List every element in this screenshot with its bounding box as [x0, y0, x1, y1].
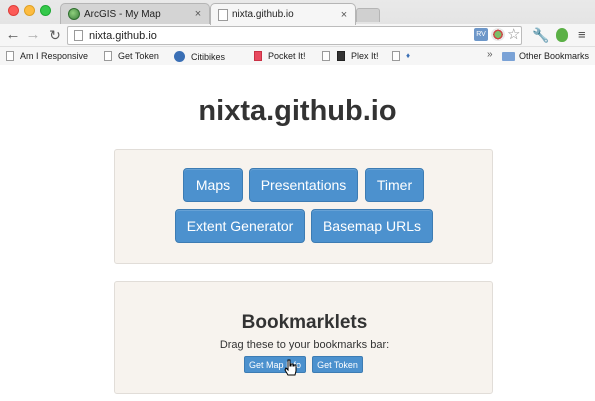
get-token-bookmarklet[interactable]: Get Token: [312, 356, 363, 373]
page-icon: [322, 51, 330, 61]
presentations-button[interactable]: Presentations: [249, 168, 358, 202]
bookmark-label: Am I Responsive: [20, 51, 89, 61]
bookmark-label: Get Token: [118, 51, 159, 61]
close-window-button[interactable]: [8, 5, 19, 16]
bookmark-label: Plex It!: [351, 51, 379, 61]
extension-rv-icon[interactable]: RV: [474, 28, 488, 41]
page-title: nixta.github.io: [198, 95, 397, 127]
page-content: nixta.github.io Maps Presentations Timer…: [0, 66, 595, 401]
extension-gear-icon[interactable]: [491, 28, 505, 41]
tab-nixta[interactable]: nixta.github.io ×: [210, 3, 356, 25]
bookmark-item[interactable]: [322, 51, 336, 61]
bookmark-label: Pocket It!: [268, 51, 306, 61]
pocket-icon: [254, 51, 262, 61]
bike-icon: [174, 51, 185, 62]
bookmarks-overflow-icon[interactable]: »: [487, 49, 493, 60]
reload-icon[interactable]: ↻: [46, 26, 64, 44]
bookmarklets-panel: Bookmarklets Drag these to your bookmark…: [114, 281, 493, 394]
page-icon: [218, 8, 228, 21]
page-icon: [74, 30, 83, 41]
folder-icon: [502, 52, 515, 61]
menu-icon[interactable]: ≡: [578, 27, 586, 42]
bookmark-item[interactable]: Am I Responsive: [6, 51, 88, 61]
bookmarklets-instructions: Drag these to your bookmarks bar:: [219, 339, 390, 351]
minimize-window-button[interactable]: [24, 5, 35, 16]
tab-close-icon[interactable]: ×: [191, 8, 205, 20]
bookmark-star-icon[interactable]: ☆: [507, 25, 520, 43]
globe-icon: [68, 8, 80, 20]
tab-close-icon[interactable]: ×: [337, 9, 351, 21]
address-bar[interactable]: nixta.github.io: [67, 26, 522, 45]
new-tab-button[interactable]: [356, 8, 380, 22]
tab-strip: ArcGIS - My Map × nixta.github.io ×: [0, 0, 595, 25]
bookmarks-bar: Am I Responsive Get Token Citibikes Pock…: [0, 46, 595, 65]
page-icon: [104, 51, 112, 61]
page-icon: [6, 51, 14, 61]
bookmark-item[interactable]: Get Token: [104, 51, 159, 61]
tab-title: ArcGIS - My Map: [84, 8, 161, 20]
back-arrow-icon[interactable]: ←: [4, 26, 22, 44]
extent-generator-button[interactable]: Extent Generator: [175, 209, 305, 243]
plex-icon: [337, 51, 345, 61]
browser-toolbar: ← → ↻ nixta.github.io RV ☆ 🔧 ≡: [0, 24, 595, 46]
hand-cursor-icon: [284, 359, 297, 376]
bookmark-item[interactable]: Citibikes: [174, 51, 225, 62]
address-url[interactable]: nixta.github.io: [89, 30, 157, 42]
bookmark-item[interactable]: ♦: [392, 51, 420, 61]
heart-icon: ♦: [406, 51, 411, 60]
bookmark-item[interactable]: Pocket It!: [254, 51, 306, 61]
tab-title: nixta.github.io: [232, 9, 294, 20]
bookmark-label: Citibikes: [191, 51, 226, 62]
timer-button[interactable]: Timer: [365, 168, 424, 202]
maps-button[interactable]: Maps: [183, 168, 243, 202]
wrench-icon[interactable]: 🔧: [532, 27, 549, 44]
nav-panel: Maps Presentations Timer Extent Generato…: [114, 149, 493, 264]
bookmark-item[interactable]: Plex It!: [337, 51, 379, 61]
zoom-window-button[interactable]: [40, 5, 51, 16]
other-bookmarks[interactable]: Other Bookmarks: [519, 51, 589, 61]
tab-arcgis[interactable]: ArcGIS - My Map ×: [60, 3, 210, 24]
basemap-urls-button[interactable]: Basemap URLs: [311, 209, 433, 243]
browser-chrome: ArcGIS - My Map × nixta.github.io × ← → …: [0, 0, 595, 65]
bookmarklets-heading: Bookmarklets: [241, 312, 368, 333]
forward-arrow-icon[interactable]: →: [24, 26, 42, 44]
evernote-icon[interactable]: [556, 28, 568, 42]
page-icon: [392, 51, 400, 61]
